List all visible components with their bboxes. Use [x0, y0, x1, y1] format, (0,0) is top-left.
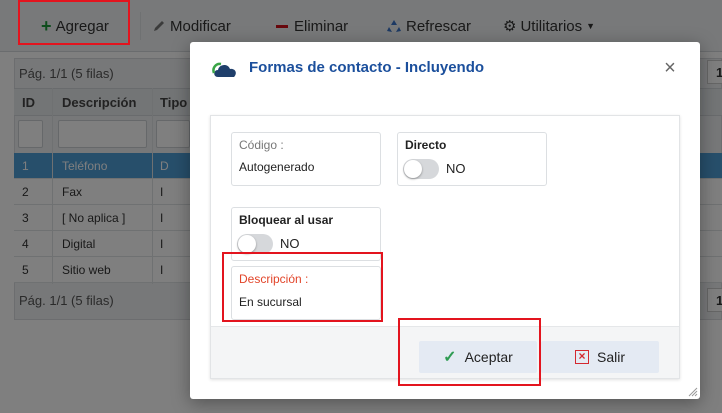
close-box-icon: ×: [574, 350, 589, 364]
close-icon[interactable]: ×: [660, 58, 680, 79]
highlight-accept-button: [398, 318, 541, 386]
bloquear-label: Bloquear al usar: [239, 213, 334, 227]
toggle-knob: [404, 160, 422, 178]
directo-field: Directo NO: [397, 132, 547, 186]
directo-toggle[interactable]: [403, 159, 439, 179]
codigo-value: Autogenerado: [239, 160, 315, 174]
codigo-label: Código :: [239, 138, 284, 152]
directo-value: NO: [446, 161, 466, 176]
dialog-header: Formas de contacto - Incluyendo ×: [190, 42, 700, 98]
bloquear-toggle[interactable]: [237, 234, 273, 254]
toggle-knob: [238, 235, 256, 253]
highlight-add-button: [18, 0, 130, 45]
resize-grip-icon[interactable]: [688, 387, 698, 397]
exit-button[interactable]: × Salir: [541, 341, 659, 373]
highlight-description-field: [222, 252, 383, 322]
dialog-title: Formas de contacto - Incluyendo: [249, 59, 485, 76]
codigo-field: Código : Autogenerado: [231, 132, 381, 186]
cloud-logo-icon: [212, 62, 236, 77]
bloquear-value: NO: [280, 236, 300, 251]
directo-label: Directo: [405, 138, 447, 152]
exit-button-label: Salir: [596, 349, 625, 365]
